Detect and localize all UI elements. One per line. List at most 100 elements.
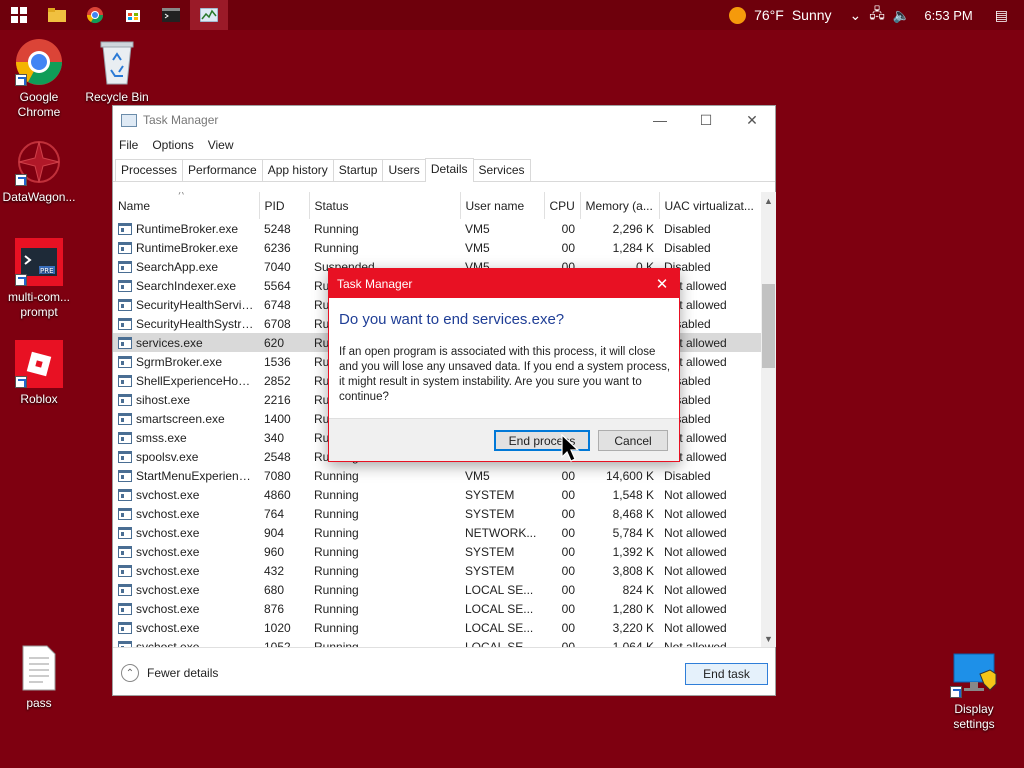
desktop-icon-label: Recycle Bin	[85, 90, 149, 104]
cell-status: Running	[314, 544, 359, 559]
cell-pid: 7040	[264, 259, 291, 274]
vertical-scrollbar[interactable]: ▲ ▼	[761, 192, 776, 647]
dialog-message: If an open program is associated with th…	[339, 346, 671, 403]
cell-memory: 1,280 K	[612, 601, 654, 616]
tab-bar: Processes Performance App history Startu…	[113, 156, 775, 182]
dialog-close-button[interactable]: ✕	[645, 269, 679, 298]
column-header-user-name[interactable]: User name	[460, 192, 545, 219]
taskbar-chrome[interactable]	[76, 0, 114, 30]
table-row[interactable]: svchost.exe 1052 Running LOCAL SE... 00 1,064…	[113, 637, 761, 647]
menu-view[interactable]: View	[208, 138, 234, 152]
taskbar-task-manager[interactable]	[190, 0, 228, 30]
taskbar-file-explorer[interactable]	[38, 0, 76, 30]
start-button[interactable]	[0, 0, 38, 30]
notifications-icon[interactable]: ▤	[995, 7, 1008, 24]
process-name: svchost.exe	[136, 601, 200, 616]
tab-details[interactable]: Details	[424, 158, 474, 182]
process-icon	[118, 545, 132, 558]
cell-memory: 14,600 K	[605, 468, 654, 483]
table-row[interactable]: StartMenuExperienc... 7080 Running VM5 00 14,…	[113, 466, 761, 485]
column-header-cpu[interactable]: CPU	[544, 192, 581, 219]
dialog-button-bar: End process Cancel	[329, 418, 679, 461]
window-title: Task Manager	[143, 113, 219, 127]
table-row[interactable]: svchost.exe 4860 Running SYSTEM 00 1,548 K Not…	[113, 485, 761, 504]
clock[interactable]: 6:53 PM	[924, 8, 972, 23]
column-header-pid[interactable]: PID	[259, 192, 310, 219]
desktop-icon-roblox[interactable]: Roblox	[1, 340, 77, 407]
table-row[interactable]: RuntimeBroker.exe 6236 Running VM5 00 1,284 K…	[113, 238, 761, 257]
desktop-icon-display-settings[interactable]: Display settings	[936, 650, 1012, 732]
cell-cpu: 00	[561, 601, 575, 616]
cancel-button[interactable]: Cancel	[598, 430, 668, 451]
cell-name: smartscreen.exe	[113, 409, 259, 428]
desktop-icon-multi-command-prompt[interactable]: PRE multi-com... prompt	[1, 238, 77, 320]
cell-pid: 7080	[264, 468, 291, 483]
menu-options[interactable]: Options	[152, 138, 193, 152]
menu-file[interactable]: File	[119, 138, 138, 152]
title-bar[interactable]: Task Manager — ☐ ✕	[113, 106, 775, 134]
cell-user-name: LOCAL SE...	[465, 601, 534, 616]
chevron-up-icon[interactable]: ⌄	[850, 7, 862, 24]
column-header-status[interactable]: Status	[309, 192, 461, 219]
desktop-icon-datawagon[interactable]: DataWagon...	[1, 138, 77, 205]
taskbar-terminal[interactable]	[152, 0, 190, 30]
network-icon[interactable]: 🖧	[869, 3, 885, 27]
process-name: svchost.exe	[136, 487, 200, 502]
cell-user-name: LOCAL SE...	[465, 639, 534, 648]
weather-sun-icon[interactable]	[729, 6, 747, 24]
process-icon	[118, 583, 132, 596]
cell-pid: 4860	[264, 487, 291, 502]
process-icon	[118, 526, 132, 539]
table-row[interactable]: svchost.exe 432 Running SYSTEM 00 3,808 K Not …	[113, 561, 761, 580]
weather-temp[interactable]: 76°F	[754, 7, 784, 23]
scroll-up-icon[interactable]: ▲	[761, 192, 776, 209]
table-row[interactable]: svchost.exe 1020 Running LOCAL SE... 00 3,220…	[113, 618, 761, 637]
close-button[interactable]: ✕	[729, 106, 775, 134]
taskbar-store[interactable]	[114, 0, 152, 30]
tab-processes[interactable]: Processes	[115, 159, 184, 181]
tab-startup[interactable]: Startup	[332, 159, 384, 181]
dialog-title-bar[interactable]: Task Manager ✕	[329, 269, 679, 298]
table-row[interactable]: svchost.exe 764 Running SYSTEM 00 8,468 K Not …	[113, 504, 761, 523]
process-name: smartscreen.exe	[136, 411, 225, 426]
desktop-icon-recycle-bin[interactable]: Recycle Bin	[79, 38, 155, 105]
volume-icon[interactable]: 🔈	[893, 7, 910, 24]
tab-performance[interactable]: Performance	[182, 159, 263, 181]
scroll-thumb[interactable]	[762, 284, 775, 368]
cell-name: svchost.exe	[113, 504, 259, 523]
table-row[interactable]: RuntimeBroker.exe 5248 Running VM5 00 2,296 K…	[113, 219, 761, 238]
desktop-icon-chrome[interactable]: Google Chrome	[1, 38, 77, 120]
cell-pid: 620	[259, 333, 309, 352]
cell-pid: 2216	[264, 392, 291, 407]
cell-pid: 1400	[264, 411, 291, 426]
table-row[interactable]: svchost.exe 876 Running LOCAL SE... 00 1,280 …	[113, 599, 761, 618]
table-row[interactable]: svchost.exe 960 Running SYSTEM 00 1,392 K Not …	[113, 542, 761, 561]
cell-status: Running	[314, 525, 359, 540]
cell-name: SearchApp.exe	[113, 257, 259, 276]
table-row[interactable]: svchost.exe 904 Running NETWORK... 00 5,784 K…	[113, 523, 761, 542]
fewer-details-button[interactable]: ⌃ Fewer details	[121, 664, 218, 682]
tab-app-history[interactable]: App history	[261, 159, 334, 181]
column-header-uac[interactable]: UAC virtualizat...	[659, 192, 761, 219]
process-name: SecurityHealthServic...	[136, 297, 258, 312]
tab-services[interactable]: Services	[472, 159, 531, 181]
cell-name: svchost.exe	[113, 561, 259, 580]
cell-memory: 1,392 K	[612, 544, 654, 559]
cell-user-name: SYSTEM	[465, 487, 515, 502]
minimize-button[interactable]: —	[637, 106, 683, 134]
cell-pid: 1536	[264, 354, 291, 369]
weather-condition[interactable]: Sunny	[792, 7, 832, 23]
maximize-button[interactable]: ☐	[683, 106, 729, 134]
scroll-down-icon[interactable]: ▼	[761, 630, 776, 647]
cell-cpu: 00	[561, 487, 575, 502]
windows-logo-icon	[11, 7, 27, 23]
tab-users[interactable]: Users	[382, 159, 426, 181]
cell-name: svchost.exe	[113, 485, 259, 504]
desktop-icon-pass[interactable]: pass	[1, 644, 77, 711]
end-task-button[interactable]: End task	[685, 663, 768, 685]
table-row[interactable]: svchost.exe 680 Running LOCAL SE... 00 824 K N…	[113, 580, 761, 599]
cell-status: Running	[314, 639, 359, 648]
column-header-name[interactable]: Name	[113, 192, 260, 219]
column-header-memory[interactable]: Memory (a...	[580, 192, 660, 219]
cell-pid: 6236	[264, 240, 291, 255]
